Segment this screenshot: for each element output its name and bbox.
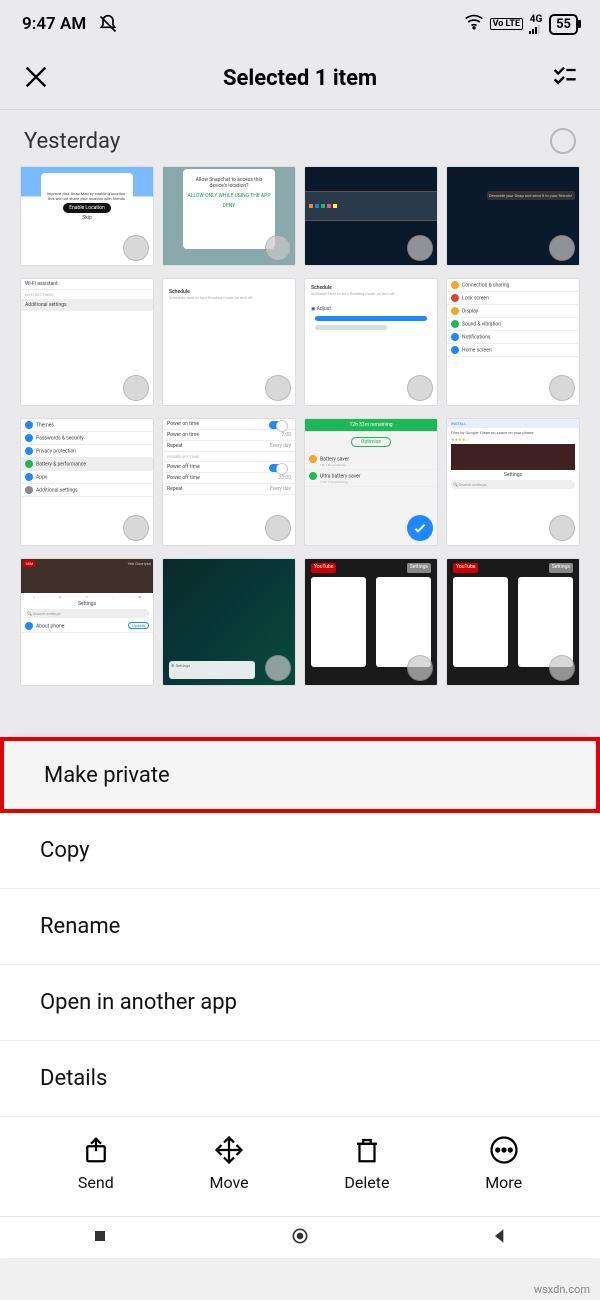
menu-details[interactable]: Details bbox=[0, 1041, 600, 1117]
nav-back-icon[interactable] bbox=[490, 1226, 510, 1250]
close-icon[interactable] bbox=[22, 63, 50, 95]
status-bar: 9:47 AM Vo LTE 4G 55 bbox=[0, 0, 600, 48]
section-header-row: Yesterday bbox=[0, 110, 600, 160]
nav-recent-icon[interactable] bbox=[90, 1226, 110, 1250]
delete-button[interactable]: Delete bbox=[344, 1135, 389, 1192]
thumbnail[interactable]: YouTubeSettings bbox=[446, 558, 580, 686]
gallery-row-1: Improve your Snap Map by enabling locati… bbox=[0, 160, 600, 272]
menu-rename[interactable]: Rename bbox=[0, 889, 600, 965]
thumbnail[interactable]: ScheduleSchedule time to turn Reading mo… bbox=[304, 278, 438, 406]
thumbnail[interactable]: Power on time Power on time7:00 RepeatEv… bbox=[162, 418, 296, 546]
watermark: wsxdn.com bbox=[534, 1283, 590, 1296]
action-sheet: Make private Copy Rename Open in another… bbox=[0, 737, 600, 1216]
thumbnail[interactable]: Improve your Snap Map by enabling locati… bbox=[20, 166, 154, 266]
page-title: Selected 1 item bbox=[223, 66, 377, 91]
clock: 9:47 AM bbox=[22, 14, 86, 34]
thumbnail[interactable]: Themes Passwords & security Privacy prot… bbox=[20, 418, 154, 546]
volte-badge: Vo LTE bbox=[490, 18, 524, 30]
app-header: Selected 1 item bbox=[0, 48, 600, 110]
thumbnail[interactable]: Wi-Fi assistant WI-FI SETTINGS Additiona… bbox=[20, 278, 154, 406]
more-button[interactable]: More bbox=[485, 1135, 522, 1192]
select-all-icon[interactable] bbox=[550, 63, 578, 95]
move-button[interactable]: Move bbox=[209, 1135, 248, 1192]
gallery-row-3: Themes Passwords & security Privacy prot… bbox=[0, 412, 600, 552]
thumbnail[interactable]: ScheduleSchedule time to turn Reading mo… bbox=[162, 278, 296, 406]
thumbnail[interactable]: 12h 33m remaining Optimise Battery saver… bbox=[304, 418, 438, 546]
send-button[interactable]: Send bbox=[78, 1135, 114, 1192]
thumbnail[interactable]: 18M Yeh Dooriyan ⌂◎▭♡⊞ Settings 🔍 Search… bbox=[20, 558, 154, 686]
thumbnail[interactable]: Allow Snapchat to access this device's l… bbox=[162, 166, 296, 266]
section-label: Yesterday bbox=[24, 129, 120, 154]
thumbnail[interactable]: INSTALL Files by Google: Clean up space … bbox=[446, 418, 580, 546]
thumbnail[interactable]: Connection & sharing Lock screen Display… bbox=[446, 278, 580, 406]
bottom-actions: Send Move Delete More bbox=[0, 1117, 600, 1216]
menu-open-in-app[interactable]: Open in another app bbox=[0, 965, 600, 1041]
section-select-toggle[interactable] bbox=[550, 128, 576, 154]
nav-home-icon[interactable] bbox=[290, 1226, 310, 1250]
system-nav-bar bbox=[0, 1216, 600, 1258]
menu-copy[interactable]: Copy bbox=[0, 813, 600, 889]
gallery-row-4: 18M Yeh Dooriyan ⌂◎▭♡⊞ Settings 🔍 Search… bbox=[0, 552, 600, 692]
thumbnail[interactable]: YouTubeSettings bbox=[304, 558, 438, 686]
signal-4g: 4G bbox=[529, 15, 543, 34]
gallery-row-2: Wi-Fi assistant WI-FI SETTINGS Additiona… bbox=[0, 272, 600, 412]
battery-indicator: 55 bbox=[549, 14, 578, 35]
thumbnail[interactable] bbox=[304, 166, 438, 266]
thumbnail[interactable]: Decorate your Snap and send it to your f… bbox=[446, 166, 580, 266]
wifi-icon bbox=[464, 12, 484, 37]
dnd-icon bbox=[98, 14, 118, 34]
thumbnail[interactable]: ⚙ Settings bbox=[162, 558, 296, 686]
menu-make-private[interactable]: Make private bbox=[0, 737, 600, 813]
